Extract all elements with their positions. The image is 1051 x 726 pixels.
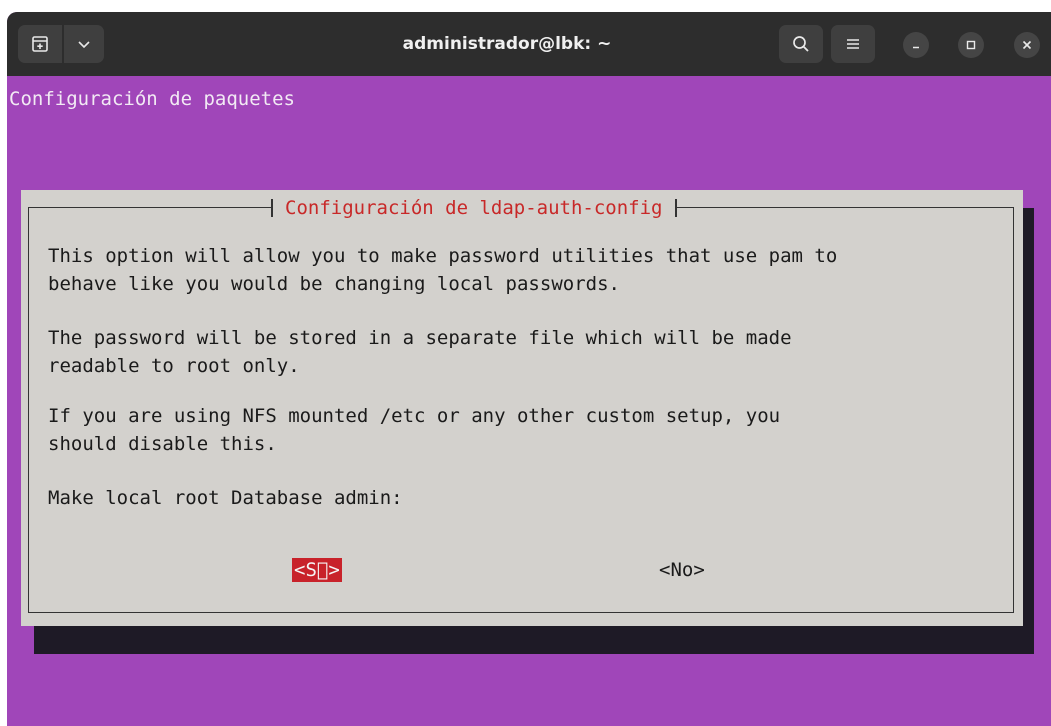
prompt-question: Make local root Database admin: (48, 487, 403, 509)
menu-button[interactable] (831, 25, 875, 63)
close-icon (1022, 40, 1032, 50)
close-button[interactable] (1014, 32, 1040, 58)
maximize-icon (966, 40, 976, 50)
dialog-title: Configuración de ldap-auth-config (271, 194, 677, 222)
search-icon (793, 36, 809, 52)
yes-button[interactable]: <S > (292, 558, 342, 582)
paragraph-pam: This option will allow you to make passw… (48, 245, 838, 295)
maximize-button[interactable] (958, 32, 984, 58)
titlebar: administrador@lbk: ~ (7, 12, 1051, 76)
chevron-down-icon (78, 41, 90, 49)
tab-menu-button[interactable] (64, 25, 104, 63)
paragraph-nfs: If you are using NFS mounted /etc or any… (48, 405, 781, 455)
no-button[interactable]: <No> (657, 558, 707, 582)
search-button[interactable] (779, 25, 823, 63)
new-tab-icon (32, 36, 48, 52)
terminal-area[interactable]: Configuración de paquetes Configuración … (7, 76, 1051, 726)
terminal-window: administrador@lbk: ~ Configuración de pa… (7, 12, 1051, 726)
window-title: administrador@lbk: ~ (402, 34, 612, 54)
hamburger-menu-icon (847, 39, 859, 49)
new-tab-button[interactable] (18, 25, 62, 63)
package-config-header: Configuración de paquetes (9, 88, 295, 110)
minimize-icon (913, 46, 919, 49)
minimize-button[interactable] (903, 32, 929, 58)
config-dialog: Configuración de ldap-auth-config This o… (21, 190, 1023, 626)
paragraph-storage: The password will be stored in a separat… (48, 327, 792, 377)
